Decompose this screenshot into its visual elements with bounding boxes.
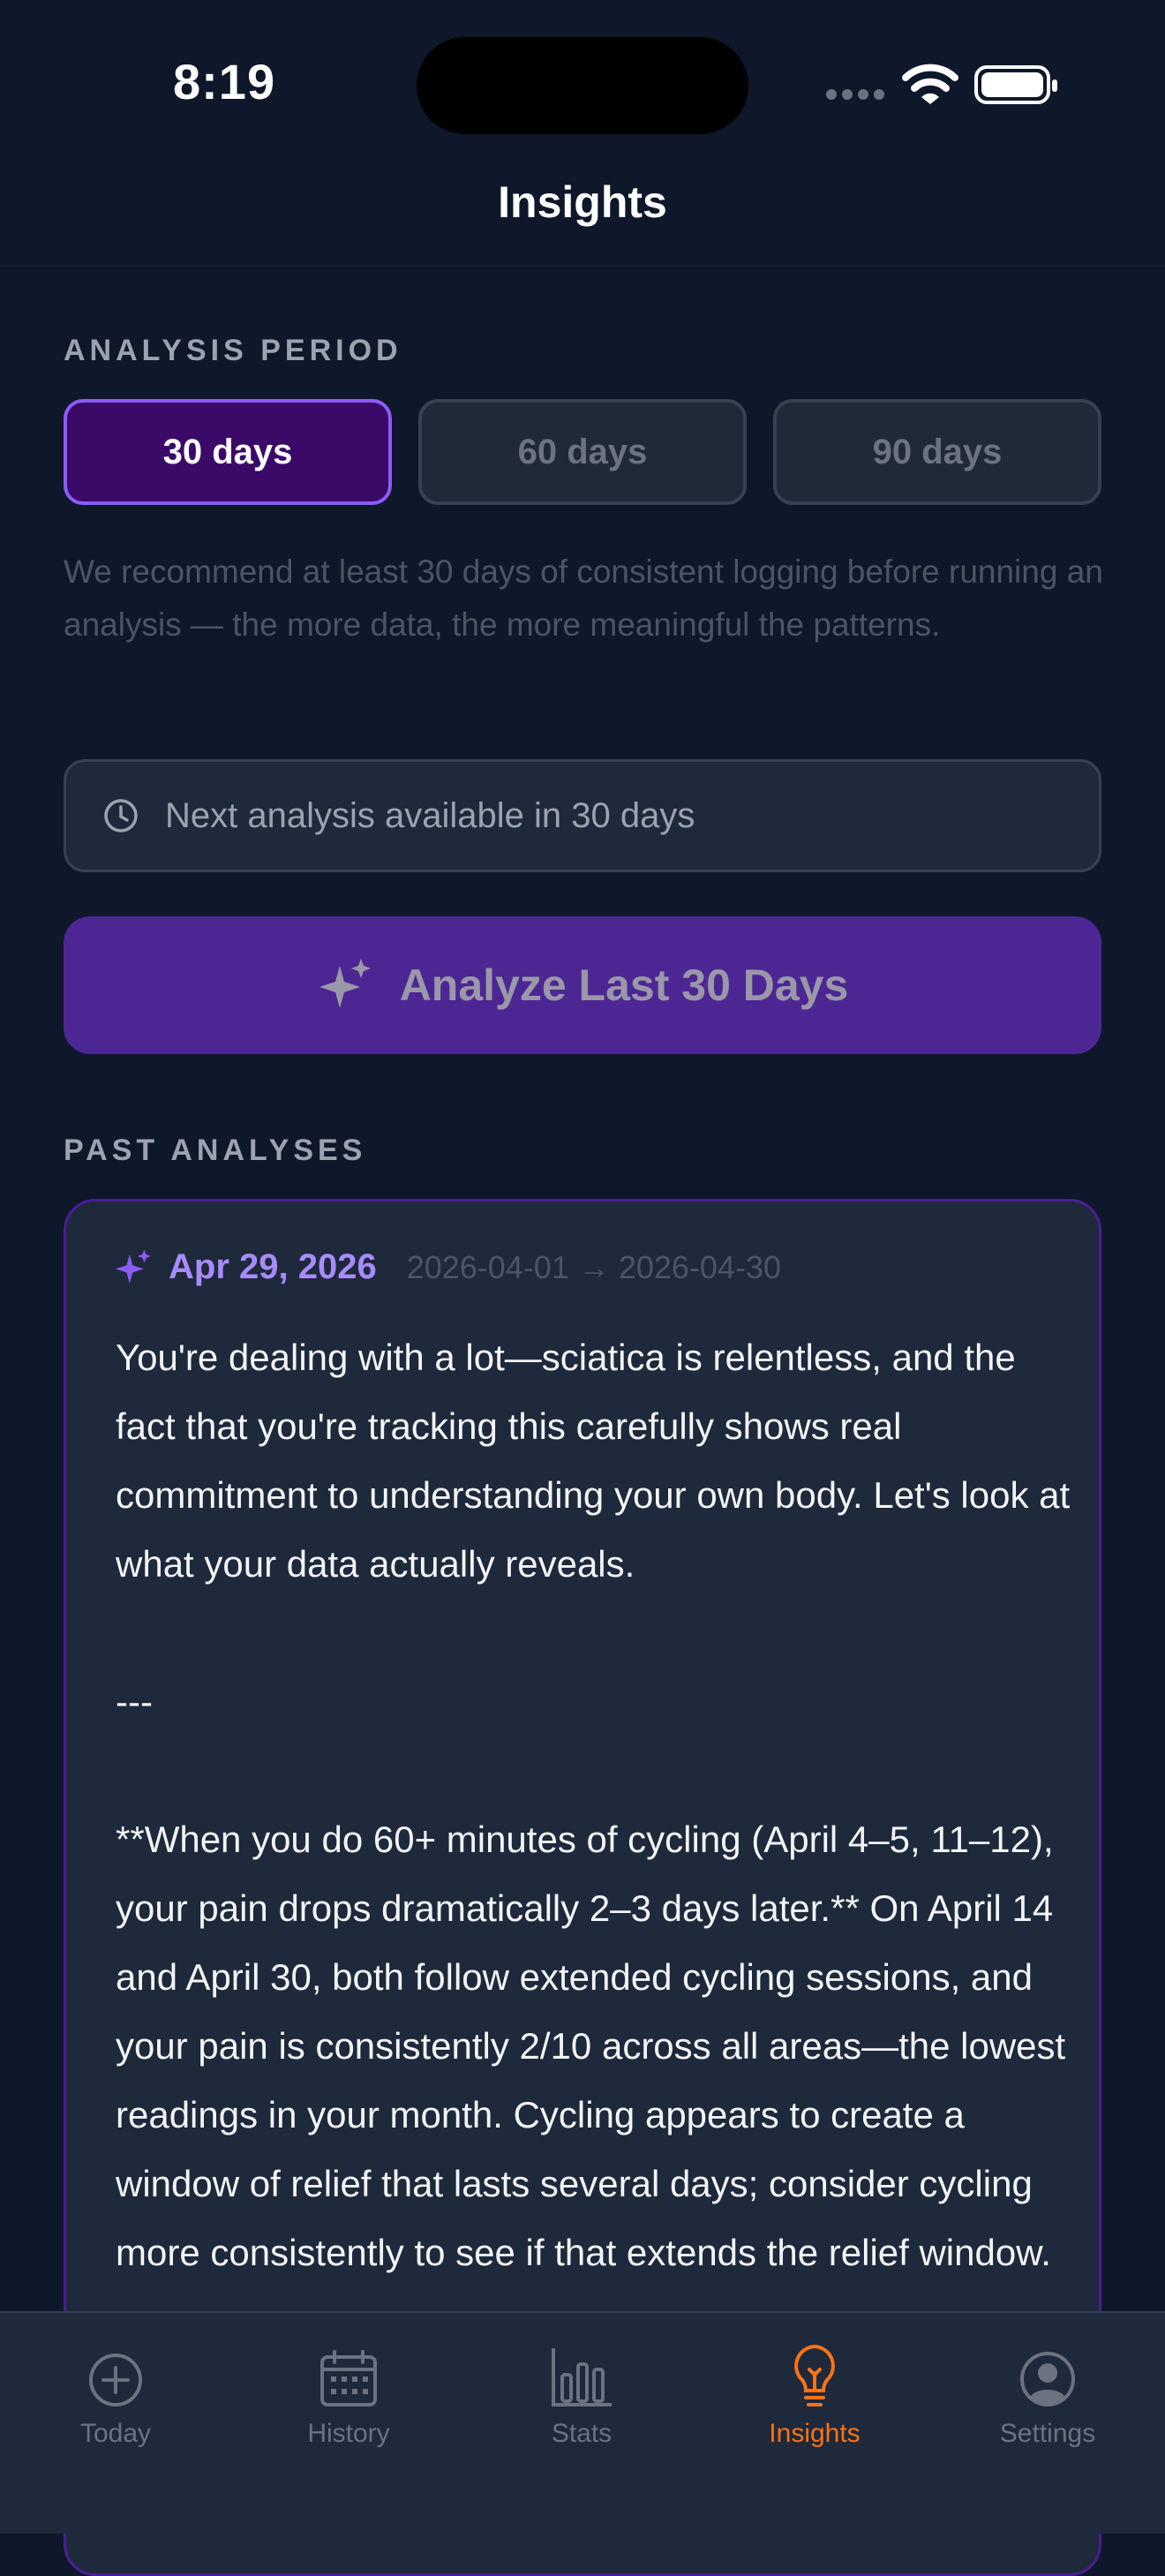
period-90-days-button[interactable]: 90 days [773, 399, 1101, 505]
analysis-date-range: 2026-04-01 → 2026-04-30 [406, 1248, 782, 1285]
calendar-icon [320, 2350, 377, 2407]
analysis-card-header: Apr 29, 2026 2026-04-01 → 2026-04-30 [114, 1247, 781, 1287]
status-bar: 8:19 [0, 0, 1165, 168]
clock-icon [104, 799, 138, 832]
period-30-days-button[interactable]: 30 days [64, 399, 392, 505]
header-divider [0, 265, 1165, 267]
period-60-days-button[interactable]: 60 days [418, 399, 747, 505]
tab-history-label: History [307, 2419, 390, 2448]
tab-stats-label: Stats [551, 2419, 613, 2448]
tab-insights-label: Insights [769, 2419, 861, 2448]
analyze-button[interactable]: Analyze Last 30 Days [64, 916, 1101, 1054]
cellular-signal-icon [826, 88, 890, 104]
tab-bar: Today History Stats Insights Settings [0, 2311, 1165, 2534]
tab-today[interactable]: Today [27, 2338, 204, 2449]
tab-insights[interactable]: Insights [726, 2338, 903, 2449]
battery-icon [974, 65, 1057, 104]
tab-history[interactable]: History [260, 2338, 437, 2449]
page-title: Insights [498, 177, 667, 227]
tab-settings[interactable]: Settings [959, 2338, 1136, 2449]
sparkles-icon [319, 959, 371, 1008]
tab-today-label: Today [79, 2419, 152, 2448]
tab-settings-label: Settings [999, 2419, 1096, 2448]
user-circle-icon [1020, 2352, 1075, 2407]
lightbulb-icon [794, 2344, 835, 2407]
tab-stats[interactable]: Stats [493, 2338, 670, 2449]
past-analyses-label: PAST ANALYSES [64, 1134, 367, 1167]
plus-circle-icon [89, 2354, 142, 2407]
analysis-recommendation-text: We recommend at least 30 days of consist… [64, 554, 1103, 643]
sparkles-icon [116, 1248, 151, 1284]
analysis-date: Apr 29, 2026 [169, 1247, 377, 1286]
wifi-icon [902, 64, 958, 104]
bar-chart-icon [552, 2348, 612, 2407]
status-time: 8:19 [173, 54, 276, 109]
analysis-period-label: ANALYSIS PERIOD [64, 334, 402, 367]
next-analysis-notice: Next analysis available in 30 days [64, 759, 1101, 872]
dynamic-island [417, 37, 748, 134]
analyze-button-label: Analyze Last 30 Days [399, 960, 849, 1010]
analysis-body-text: You're dealing with a lot—sciatica is re… [116, 1337, 1071, 2273]
next-analysis-text: Next analysis available in 30 days [165, 795, 695, 835]
